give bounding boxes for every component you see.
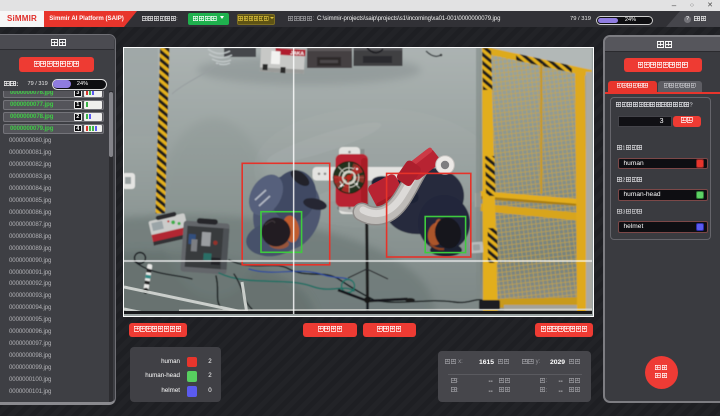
svg-text:JAKA: JAKA — [290, 51, 304, 58]
